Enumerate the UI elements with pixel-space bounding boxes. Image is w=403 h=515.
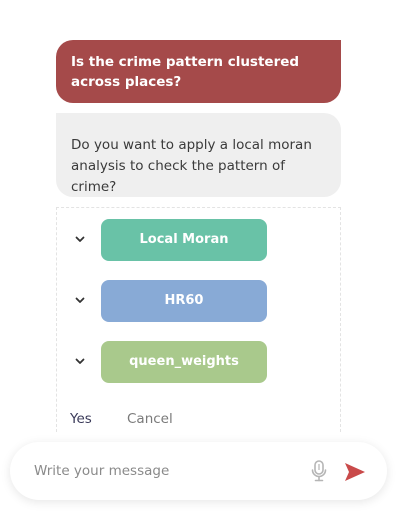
chevron-down-icon[interactable] xyxy=(73,232,87,246)
user-message-bubble: Is the crime pattern clustered across pl… xyxy=(56,40,341,103)
message-composer xyxy=(10,442,387,500)
send-icon[interactable] xyxy=(343,461,367,483)
analysis-options-panel: Local Moran HR60 queen_weights Yes Cance… xyxy=(56,207,341,432)
yes-button[interactable]: Yes xyxy=(70,410,92,428)
bot-message-bubble: Do you want to apply a local moran analy… xyxy=(56,113,341,197)
chevron-down-icon[interactable] xyxy=(73,354,87,368)
weights-select[interactable]: queen_weights xyxy=(101,341,267,383)
message-input[interactable] xyxy=(34,461,294,481)
option-row-variable: HR60 xyxy=(57,280,342,322)
chevron-down-icon[interactable] xyxy=(73,293,87,307)
cancel-button[interactable]: Cancel xyxy=(127,410,173,428)
option-row-method: Local Moran xyxy=(57,219,342,261)
option-row-weights: queen_weights xyxy=(57,341,342,383)
variable-select[interactable]: HR60 xyxy=(101,280,267,322)
method-select[interactable]: Local Moran xyxy=(101,219,267,261)
microphone-icon[interactable] xyxy=(308,459,330,483)
chat-screen: Is the crime pattern clustered across pl… xyxy=(0,0,403,515)
